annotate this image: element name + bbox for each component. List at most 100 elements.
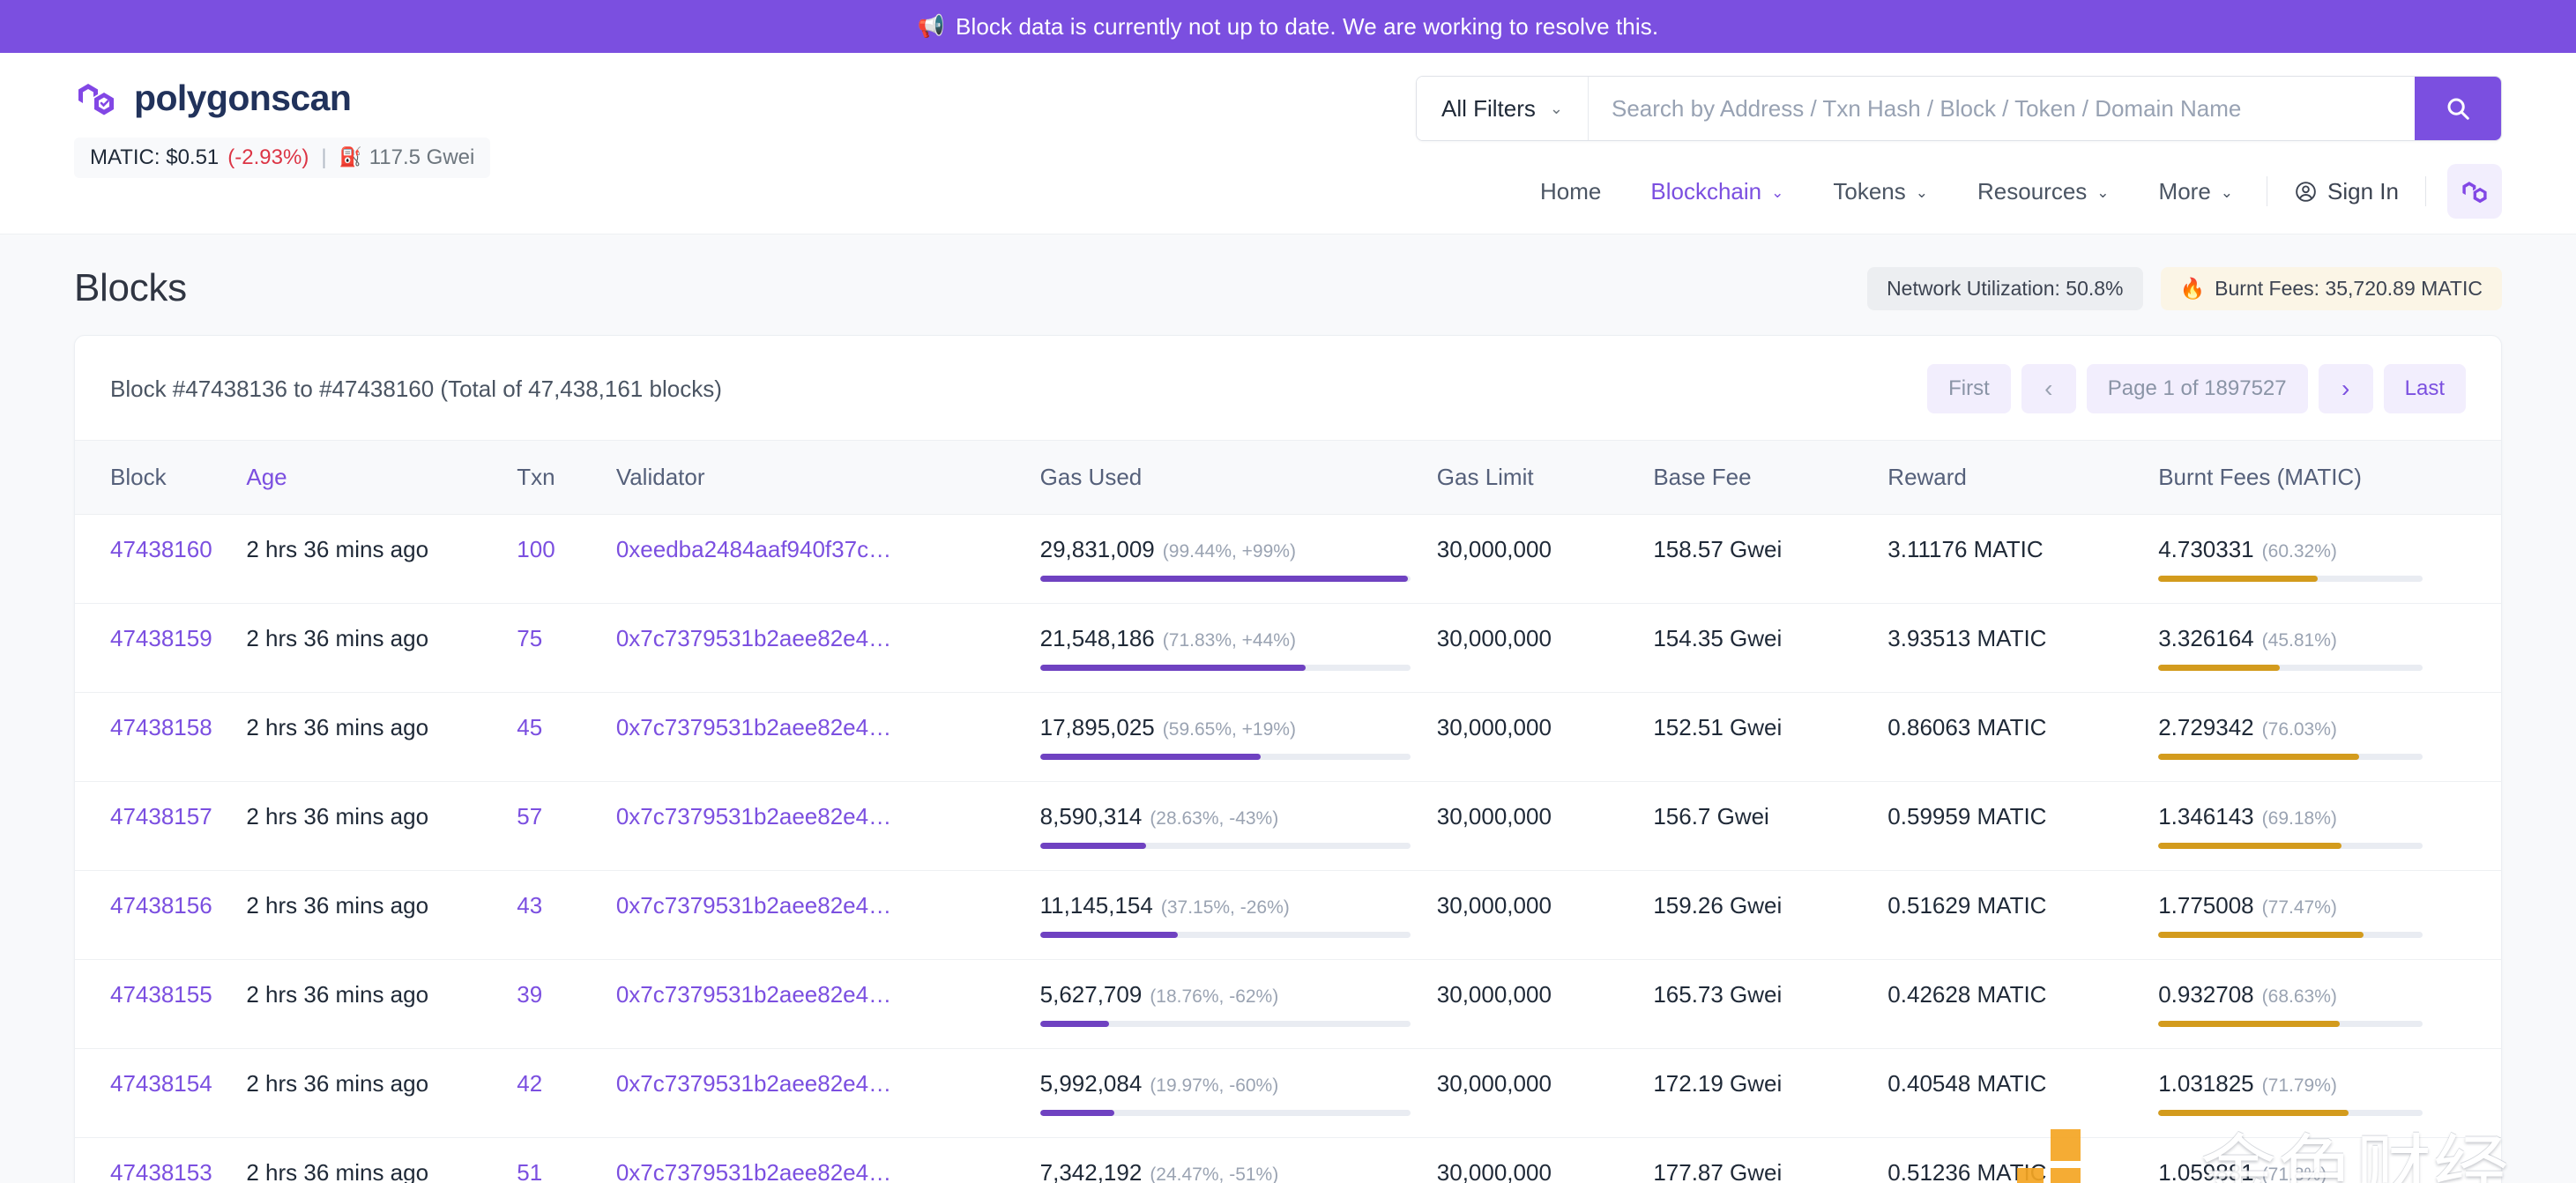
cell-validator: 0x7c7379531b2aee82e4… (615, 870, 1040, 960)
txn-count-link[interactable]: 42 (517, 1070, 542, 1097)
block-number-link[interactable]: 47438156 (110, 892, 212, 919)
chevron-down-icon: ⌄ (2220, 184, 2234, 201)
column-header-burnt-fees[interactable]: Burnt Fees (MATIC) (2158, 440, 2501, 515)
validator-address-link[interactable]: 0x7c7379531b2aee82e4… (616, 892, 891, 919)
block-number-link[interactable]: 47438155 (110, 981, 212, 1008)
cell-gas-used: 17,895,025 (59.65%, +19%) (1039, 692, 1437, 782)
gas-used-progress-bar (1039, 932, 1411, 938)
polygon-network-button[interactable] (2447, 164, 2502, 219)
cell-age: 2 hrs 36 mins ago (246, 870, 517, 960)
sign-in-button[interactable]: Sign In (2276, 178, 2416, 205)
column-header-gas-limit[interactable]: Gas Limit (1436, 440, 1654, 515)
column-header-gas-used[interactable]: Gas Used (1039, 440, 1437, 515)
txn-count-link[interactable]: 45 (517, 714, 542, 740)
all-filters-dropdown[interactable]: All Filters ⌄ (1417, 77, 1589, 140)
table-row: 47438159 2 hrs 36 mins ago 75 0x7c7379531b2… (75, 603, 2501, 693)
gas-used-progress-bar (1039, 665, 1411, 671)
block-number-link[interactable]: 47438159 (110, 625, 212, 651)
burnt-fees-value: 1.031825 (2158, 1070, 2254, 1097)
cell-gas-limit: 30,000,000 (1436, 603, 1654, 693)
txn-count-link[interactable]: 39 (517, 981, 542, 1008)
nav-item-home[interactable]: Home (1515, 178, 1626, 205)
page-title: Blocks (74, 266, 187, 309)
cell-validator: 0x7c7379531b2aee82e4… (615, 1137, 1040, 1183)
txn-count-link[interactable]: 51 (517, 1159, 542, 1183)
validator-address-link[interactable]: 0x7c7379531b2aee82e4… (616, 1159, 891, 1183)
cell-age: 2 hrs 36 mins ago (246, 1048, 517, 1138)
column-header-base-fee[interactable]: Base Fee (1653, 440, 1888, 515)
block-number-link[interactable]: 47438153 (110, 1159, 212, 1183)
validator-address-link[interactable]: 0x7c7379531b2aee82e4… (616, 714, 891, 740)
burnt-fees-progress-bar (2158, 1110, 2423, 1116)
pagination-prev-button[interactable]: ‹ (2021, 364, 2076, 413)
cell-gas-limit: 30,000,000 (1436, 781, 1654, 871)
block-number-link[interactable]: 47438154 (110, 1070, 212, 1097)
validator-address-link[interactable]: 0x7c7379531b2aee82e4… (616, 1070, 891, 1097)
block-number-link[interactable]: 47438157 (110, 803, 212, 830)
column-header-block[interactable]: Block (75, 440, 247, 515)
txn-count-link[interactable]: 75 (517, 625, 542, 651)
burnt-fees-value: 1.059881 (2158, 1159, 2254, 1183)
block-number-link[interactable]: 47438158 (110, 714, 212, 740)
validator-address-link[interactable]: 0xeedba2484aaf940f37c… (616, 536, 891, 562)
cell-reward: 3.93513 MATIC (1887, 603, 2159, 693)
txn-count-link[interactable]: 57 (517, 803, 542, 830)
chevron-left-icon: ‹ (2044, 375, 2053, 402)
txn-count-link[interactable]: 43 (517, 892, 542, 919)
table-row: 47438157 2 hrs 36 mins ago 57 0x7c7379531b2… (75, 781, 2501, 871)
nav-item-more[interactable]: More ⌄ (2134, 178, 2259, 205)
cell-block: 47438154 (75, 1048, 247, 1138)
nav-item-resources[interactable]: Resources ⌄ (1953, 178, 2134, 205)
cell-base-fee: 165.73 Gwei (1653, 959, 1888, 1049)
cell-base-fee: 156.7 Gwei (1653, 781, 1888, 871)
cell-txn: 100 (517, 514, 616, 604)
header-right: All Filters ⌄ Home Blockchain ⌄ (1416, 76, 2502, 219)
table-row: 47438156 2 hrs 36 mins ago 43 0x7c7379531b2… (75, 870, 2501, 960)
gas-pump-icon: ⛽ (339, 147, 362, 167)
brand-logo-link[interactable]: polygonscan (74, 76, 490, 120)
nav-item-blockchain[interactable]: Blockchain ⌄ (1626, 178, 1808, 205)
cell-block: 47438160 (75, 514, 247, 604)
search-input[interactable] (1589, 77, 2415, 140)
block-number-link[interactable]: 47438160 (110, 536, 212, 562)
cell-gas-used: 29,831,009 (99.44%, +99%) (1039, 514, 1437, 604)
validator-address-link[interactable]: 0x7c7379531b2aee82e4… (616, 625, 891, 651)
pagination-last-button[interactable]: Last (2383, 364, 2466, 413)
cell-gas-used: 5,627,709 (18.76%, -62%) (1039, 959, 1437, 1049)
cell-gas-used: 7,342,192 (24.47%, -51%) (1039, 1137, 1437, 1183)
chevron-right-icon: › (2341, 375, 2350, 402)
column-header-txn[interactable]: Txn (517, 440, 616, 515)
cell-base-fee: 172.19 Gwei (1653, 1048, 1888, 1138)
cell-validator: 0x7c7379531b2aee82e4… (615, 959, 1040, 1049)
cell-burnt-fees: 1.031825 (71.79%) (2158, 1048, 2501, 1138)
cell-validator: 0xeedba2484aaf940f37c… (615, 514, 1040, 604)
txn-count-link[interactable]: 100 (517, 536, 555, 562)
cell-burnt-fees: 4.730331 (60.32%) (2158, 514, 2501, 604)
search-button[interactable] (2415, 77, 2501, 140)
pagination-page-info[interactable]: Page 1 of 1897527 (2086, 364, 2308, 413)
gas-used-value: 11,145,154 (1039, 892, 1153, 919)
cell-reward: 0.51629 MATIC (1887, 870, 2159, 960)
validator-address-link[interactable]: 0x7c7379531b2aee82e4… (616, 803, 891, 830)
column-header-reward[interactable]: Reward (1887, 440, 2159, 515)
brand-name: polygonscan (134, 77, 352, 118)
cell-reward: 0.59959 MATIC (1887, 781, 2159, 871)
gas-used-percent: (28.63%, -43%) (1150, 808, 1279, 829)
column-header-validator[interactable]: Validator (615, 440, 1040, 515)
cell-txn: 42 (517, 1048, 616, 1138)
column-header-age[interactable]: Age (246, 440, 517, 515)
burnt-fees-text: Burnt Fees: 35,720.89 MATIC (2215, 276, 2483, 300)
site-header: polygonscan MATIC: $0.51 (-2.93%) | ⛽ 11… (0, 53, 2576, 234)
nav-item-tokens[interactable]: Tokens ⌄ (1808, 178, 1953, 205)
gas-price: 117.5 Gwei (369, 145, 475, 169)
page-header-row: Blocks Network Utilization: 50.8% 🔥 Burn… (74, 234, 2502, 335)
validator-address-link[interactable]: 0x7c7379531b2aee82e4… (616, 981, 891, 1008)
block-range-text: Block #47438136 to #47438160 (Total of 4… (110, 375, 722, 402)
network-utilization-badge: Network Utilization: 50.8% (1867, 266, 2143, 310)
nav-label-tokens: Tokens (1833, 177, 1906, 205)
pagination-first-button[interactable]: First (1927, 364, 2011, 413)
cell-txn: 43 (517, 870, 616, 960)
burnt-fees-percent: (68.63%) (2261, 986, 2337, 1007)
cell-block: 47438153 (75, 1137, 247, 1183)
pagination-next-button[interactable]: › (2318, 364, 2373, 413)
